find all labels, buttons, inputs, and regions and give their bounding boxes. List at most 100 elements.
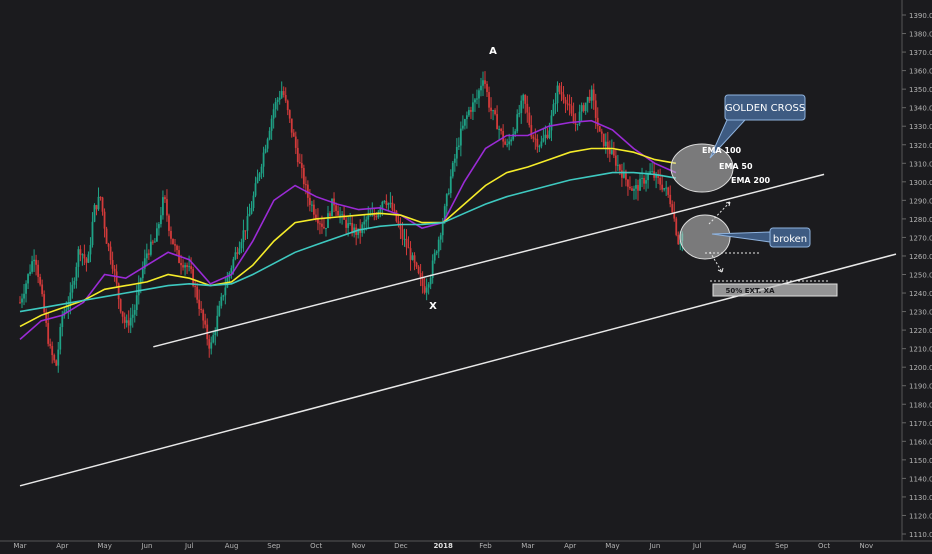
y-tick-label: 1340.0 — [909, 105, 932, 113]
candle-body — [232, 259, 235, 269]
candle-body — [168, 215, 170, 231]
y-tick-label: 1140.0 — [909, 475, 932, 483]
y-tick-label: 1290.0 — [909, 197, 932, 205]
y-tick-label: 1380.0 — [909, 31, 932, 39]
candle-body — [538, 146, 541, 148]
candle-body — [236, 252, 239, 254]
x-tick-label: Oct — [818, 542, 830, 550]
candle-body — [101, 197, 104, 212]
candle-body — [256, 177, 259, 184]
candle-body — [339, 214, 341, 216]
broken-ellipse — [679, 214, 731, 260]
candle-body — [284, 95, 287, 101]
candle-body — [77, 249, 80, 267]
candle-body — [349, 222, 352, 224]
candle-body — [584, 102, 587, 112]
candle-body — [395, 210, 398, 222]
candle-body — [244, 230, 247, 232]
candle-body — [208, 339, 211, 349]
candle-body — [540, 141, 543, 147]
candle-body — [498, 128, 501, 130]
candle-body — [73, 280, 76, 285]
x-tick-label: May — [605, 542, 619, 550]
candle-body — [536, 138, 539, 147]
candle-body — [196, 286, 199, 300]
candle-body — [480, 85, 482, 91]
candle-body — [486, 83, 488, 93]
candle-body — [151, 241, 154, 243]
candle-body — [234, 252, 237, 260]
y-tick-label: 1330.0 — [909, 123, 932, 131]
candle-body — [317, 219, 319, 224]
candle-body — [608, 149, 611, 154]
candle-body — [341, 214, 343, 216]
candle-body — [468, 110, 470, 116]
candle-body — [121, 311, 124, 317]
candle-body — [135, 295, 138, 310]
candle-body — [95, 205, 98, 210]
candle-body — [542, 138, 545, 142]
candle-body — [594, 100, 597, 118]
candle-body — [421, 277, 424, 287]
candle-body — [639, 178, 641, 191]
y-tick-label: 1390.0 — [909, 12, 932, 20]
candle-body — [564, 99, 567, 104]
candle-body — [548, 130, 551, 138]
candle-body — [162, 197, 164, 216]
candle-body — [425, 287, 428, 293]
candle-body — [53, 355, 56, 361]
candle-body — [186, 265, 188, 268]
candle-body — [325, 228, 327, 230]
candle-body — [677, 234, 680, 245]
candle-body — [447, 193, 450, 195]
x-tick-label: Sep — [775, 542, 789, 550]
candle-body — [504, 141, 507, 145]
candle-body — [113, 268, 116, 272]
candle-body — [137, 282, 140, 296]
candle-body — [323, 226, 325, 229]
candle-body — [224, 287, 227, 296]
y-tick-label: 1170.0 — [909, 420, 932, 428]
candle-body — [141, 268, 144, 279]
candle-body — [643, 177, 645, 184]
candle-body — [79, 249, 82, 255]
candle-body — [218, 305, 221, 316]
candle-body — [367, 215, 370, 220]
x-tick-label: Aug — [733, 542, 747, 550]
candle-body — [198, 299, 201, 309]
candle-body — [580, 105, 583, 112]
candle-body — [298, 162, 301, 164]
candle-body — [123, 316, 126, 323]
candle-body — [220, 296, 223, 306]
candle-body — [89, 245, 92, 255]
candle-body — [407, 247, 410, 249]
candle-body — [240, 242, 243, 249]
y-tick-label: 1350.0 — [909, 86, 932, 94]
candle-body — [216, 315, 219, 332]
candle-body — [633, 188, 635, 191]
candle-body — [401, 229, 404, 239]
candle-body — [290, 118, 293, 133]
candle-body — [206, 324, 209, 340]
candle-body — [105, 228, 108, 244]
candle-body — [33, 259, 35, 262]
candle-body — [212, 335, 215, 343]
candle-body — [83, 254, 86, 259]
candle-body — [278, 97, 281, 100]
chart-root: GOLDEN CROSS broken EMA 100 EMA 50 EMA 2… — [0, 0, 932, 550]
candle-body — [129, 317, 132, 326]
candle-body — [164, 197, 166, 200]
candle-body — [262, 152, 265, 167]
candle-body — [417, 266, 420, 273]
candle-body — [87, 254, 90, 263]
candle-body — [264, 148, 267, 153]
candle-body — [91, 221, 94, 246]
y-tick-label: 1210.0 — [909, 346, 932, 354]
candle-body — [238, 248, 241, 254]
y-tick-label: 1250.0 — [909, 272, 932, 280]
candle-body — [457, 145, 460, 147]
candle-body — [635, 185, 637, 189]
candle-body — [149, 241, 152, 255]
candle-body — [254, 183, 257, 196]
candle-body — [415, 262, 418, 267]
